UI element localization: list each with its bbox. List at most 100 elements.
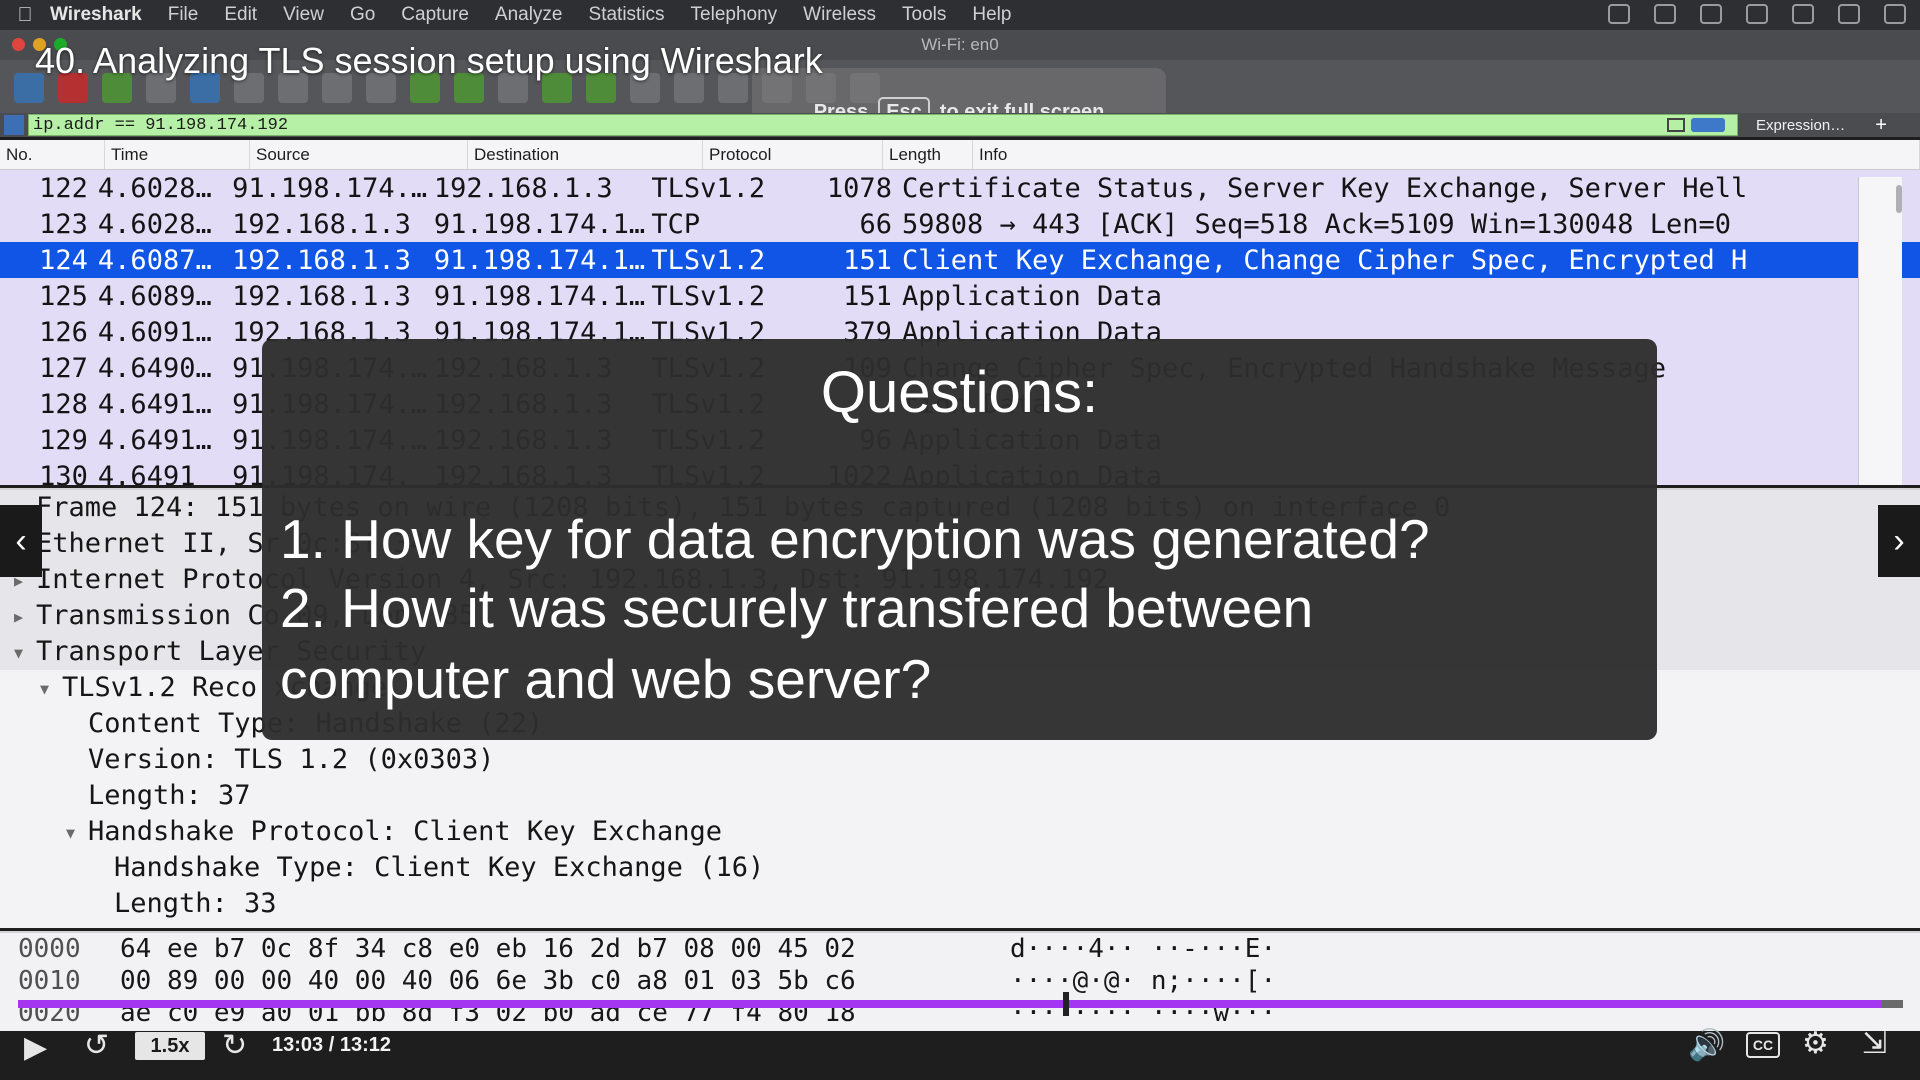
- forward-icon[interactable]: ↻: [222, 1028, 247, 1063]
- detail-row[interactable]: Handshake Type: Client Key Exchange (16): [0, 850, 1920, 886]
- previous-lecture-button[interactable]: ‹: [0, 505, 42, 577]
- column-header-destination[interactable]: Destination: [468, 140, 703, 169]
- settings-gear-icon[interactable]: ⚙: [1802, 1026, 1829, 1061]
- packet-row[interactable]: 124 4.6087… 192.168.1.3 91.198.174.1… TLSv1.…: [0, 242, 1920, 278]
- packet-cell-proto: TLSv1.2: [651, 244, 766, 276]
- packet-cell-info: Certificate Status, Server Key Exchange,…: [901, 172, 1748, 204]
- menu-file[interactable]: File: [168, 4, 199, 26]
- questions-heading: Questions:: [820, 360, 1099, 425]
- packet-cell-src: 192.168.1.3: [232, 244, 411, 276]
- question-2: 2. How it was securely transfered betwee…: [280, 577, 1314, 639]
- mac-menubar:  Wireshark File Edit View Go Capture An…: [0, 0, 1920, 30]
- detail-row[interactable]: Version: TLS 1.2 (0x0303): [0, 742, 1920, 778]
- packet-cell-len: 1078: [826, 172, 892, 204]
- packet-row[interactable]: 125 4.6089… 192.168.1.3 91.198.174.1… TLSv1.…: [0, 278, 1920, 314]
- next-lecture-button[interactable]: ›: [1878, 505, 1920, 577]
- display-filter-input[interactable]: ip.addr == 91.198.174.192: [28, 114, 1738, 136]
- disclosure-collapsed-icon[interactable]: ▶: [14, 599, 23, 635]
- packet-cell-src: 192.168.1.3: [232, 280, 411, 312]
- menu-capture[interactable]: Capture: [401, 4, 469, 26]
- clear-filter-icon[interactable]: [1667, 118, 1685, 132]
- packet-cell-time: 4.6089…: [97, 280, 212, 312]
- hex-dump-hex: 00 89 00 00 40 00 40 06 6e 3b c0 a8 01 0…: [120, 966, 856, 996]
- volume-icon[interactable]: 🔊: [1688, 1028, 1725, 1063]
- playback-speed-button[interactable]: 1.5x: [135, 1032, 205, 1060]
- rewind-icon[interactable]: ↺: [84, 1028, 109, 1063]
- battery-icon[interactable]: [1746, 4, 1768, 24]
- packet-cell-dst: 91.198.174.1…: [433, 280, 646, 312]
- exit-fullscreen-icon[interactable]: ⇲: [1862, 1026, 1887, 1061]
- menu-view[interactable]: View: [283, 4, 324, 26]
- packet-cell-proto: TLSv1.2: [651, 280, 766, 312]
- hex-dump-row[interactable]: 0000 64 ee b7 0c 8f 34 c8 e0 eb 16 2d b7 …: [0, 933, 1920, 965]
- packet-cell-len: 151: [843, 244, 892, 276]
- disclosure-expanded-icon[interactable]: ▼: [66, 815, 75, 851]
- packet-cell-time: 4.6491…: [97, 424, 212, 456]
- column-header-source[interactable]: Source: [250, 140, 468, 169]
- hex-dump-off: 0010: [18, 966, 81, 996]
- video-timecode: 13:03 / 13:12: [272, 1034, 391, 1056]
- menu-edit[interactable]: Edit: [224, 4, 257, 26]
- packet-cell-dst: 91.198.174.1…: [433, 208, 646, 240]
- menu-analyze[interactable]: Analyze: [495, 4, 563, 26]
- packet-cell-no: 129: [39, 424, 88, 456]
- detail-row[interactable]: ▼ Handshake Protocol: Client Key Exchange: [0, 814, 1920, 850]
- spotlight-icon[interactable]: [1838, 4, 1860, 24]
- screen-record-icon[interactable]: [1608, 4, 1630, 24]
- packet-list-scrollbar[interactable]: [1858, 177, 1902, 485]
- display-filter-bar: ip.addr == 91.198.174.192 Expression… +: [0, 113, 1920, 137]
- hover-scrub-marker[interactable]: [1063, 992, 1069, 1016]
- wifi-icon[interactable]: [1654, 4, 1676, 24]
- status-tray: [1608, 4, 1906, 24]
- detail-row-text: Handshake Type: Client Key Exchange (16): [114, 852, 765, 883]
- disclosure-expanded-icon[interactable]: ▼: [14, 635, 23, 671]
- column-header-protocol[interactable]: Protocol: [703, 140, 883, 169]
- packet-cell-info: 59808 → 443 [ACK] Seq=518 Ack=5109 Win=1…: [901, 208, 1731, 240]
- close-window-icon[interactable]: [12, 38, 25, 51]
- menu-wireless[interactable]: Wireless: [803, 4, 876, 26]
- menu-go[interactable]: Go: [350, 4, 375, 26]
- filter-bookmark-icon[interactable]: [4, 115, 24, 135]
- packet-cell-proto: TCP: [651, 208, 701, 240]
- disclosure-expanded-icon[interactable]: ▼: [40, 671, 49, 707]
- packet-cell-time: 4.6091…: [97, 316, 212, 348]
- play-icon[interactable]: ▶: [24, 1030, 47, 1065]
- menubar-app-name[interactable]: Wireshark: [50, 4, 142, 26]
- volume-icon[interactable]: [1700, 4, 1722, 24]
- packet-cell-info: Application Data: [901, 280, 1163, 312]
- packet-row[interactable]: 123 4.6028… 192.168.1.3 91.198.174.1… TCP 66 5…: [0, 206, 1920, 242]
- chevron-left-icon: ‹: [15, 521, 27, 560]
- column-header-no[interactable]: No.: [0, 140, 105, 169]
- video-controls: ▶ ↺ 1.5x ↻ 13:03 / 13:12 🔊 CC ⚙ ⇲: [0, 1020, 1920, 1070]
- apply-filter-icon[interactable]: [1691, 118, 1725, 132]
- packet-row[interactable]: 122 4.6028… 91.198.174.… 192.168.1.3 TLSv1.2…: [0, 170, 1920, 206]
- column-header-info[interactable]: Info: [973, 140, 1920, 169]
- expression-button[interactable]: Expression…: [1756, 117, 1845, 134]
- video-progress-bar[interactable]: [18, 992, 1903, 1016]
- notification-icon[interactable]: [1884, 4, 1906, 24]
- packet-cell-time: 4.6491: [97, 460, 196, 486]
- hex-dump-row[interactable]: 0010 00 89 00 00 40 00 40 06 6e 3b c0 a8 …: [0, 965, 1920, 997]
- hex-dump-ascii: d····4·· ··-···E·: [1010, 934, 1277, 964]
- add-filter-button[interactable]: +: [1875, 114, 1887, 137]
- packet-cell-src: 91.198.174.…: [232, 172, 428, 204]
- menu-tools[interactable]: Tools: [902, 4, 946, 26]
- user-icon[interactable]: [1792, 4, 1814, 24]
- menu-statistics[interactable]: Statistics: [589, 4, 665, 26]
- detail-row[interactable]: Length: 33: [0, 886, 1920, 922]
- column-header-time[interactable]: Time: [105, 140, 250, 169]
- menu-telephony[interactable]: Telephony: [691, 4, 778, 26]
- detail-row-text: Version: TLS 1.2 (0x0303): [88, 744, 495, 775]
- apple-icon[interactable]: : [0, 4, 50, 27]
- packet-cell-time: 4.6491…: [97, 388, 212, 420]
- packet-cell-dst: 91.198.174.1…: [433, 244, 646, 276]
- closed-captions-button[interactable]: CC: [1746, 1032, 1780, 1058]
- menu-help[interactable]: Help: [972, 4, 1011, 26]
- scrollbar-thumb[interactable]: [1896, 185, 1902, 213]
- detail-row-text: Handshake Protocol: Client Key Exchange: [88, 816, 722, 847]
- column-header-length[interactable]: Length: [883, 140, 973, 169]
- packet-cell-no: 128: [39, 388, 88, 420]
- packet-cell-no: 125: [39, 280, 88, 312]
- packet-cell-no: 124: [39, 244, 88, 276]
- detail-row[interactable]: Length: 37: [0, 778, 1920, 814]
